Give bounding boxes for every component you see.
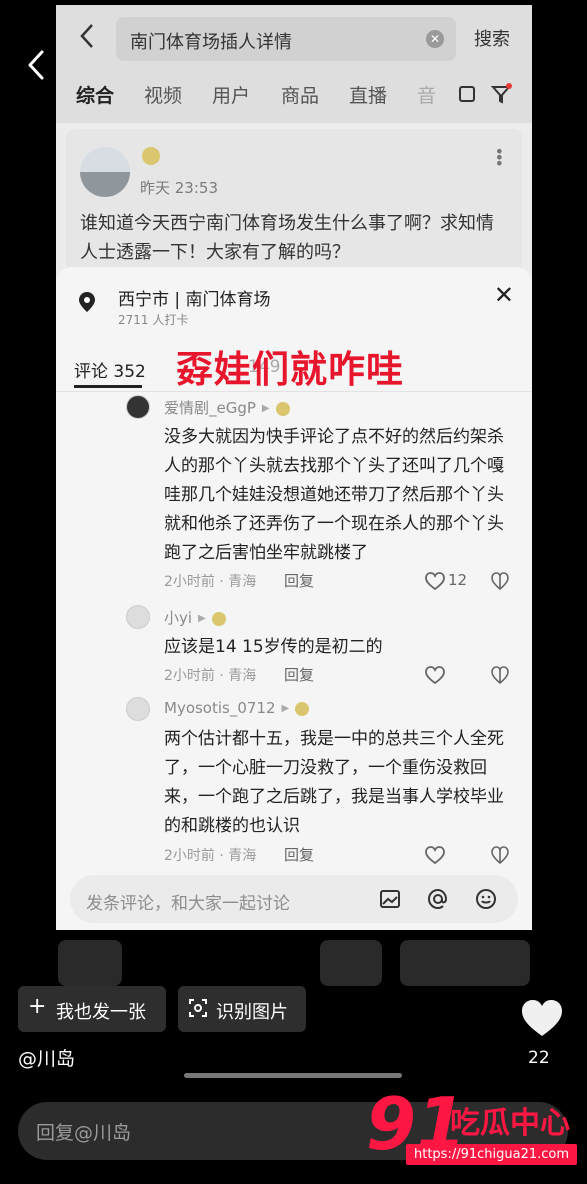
scan-icon xyxy=(188,998,208,1023)
clear-icon: ✕ xyxy=(426,30,444,48)
tab-users: 用户 xyxy=(212,85,251,107)
reply-button: 回复 xyxy=(284,666,315,684)
divider xyxy=(56,391,532,392)
close-icon: ✕ xyxy=(493,281,514,309)
filter-icon xyxy=(490,83,512,105)
comment-user: Myosotis_0712 ▶ xyxy=(164,699,310,717)
location-pin-icon xyxy=(74,289,100,315)
post-one-button[interactable]: + 我也发一张 xyxy=(18,986,166,1032)
tab-music: 音 xyxy=(417,85,437,107)
comment-text: 应该是14 15岁传的是初二的 xyxy=(164,637,383,657)
at-icon xyxy=(426,887,450,911)
reply-button: 回复 xyxy=(284,572,315,590)
avatar xyxy=(126,697,150,721)
checkin-count: 2711 人打卡 xyxy=(118,313,189,327)
dislike-icon xyxy=(490,845,510,865)
heart-icon xyxy=(424,845,446,865)
comment-input-placeholder: 发条评论，和大家一起讨论 xyxy=(86,894,290,914)
comment-item: Myosotis_0712 ▶ 两个估计都十五，我是一中的总共三个人全死了，一个心… xyxy=(126,697,516,867)
blurred-control xyxy=(58,940,122,986)
tab-goods: 商品 xyxy=(281,85,320,107)
image-icon xyxy=(378,887,402,911)
post-time: 昨天 23:53 xyxy=(140,179,218,197)
comment-text: 两个估计都十五，我是一中的总共三个人全死了，一个心脏一刀没救了，一个重伤没救回来… xyxy=(164,729,504,836)
badge-icon xyxy=(295,701,310,716)
more-icon: • • • xyxy=(494,142,504,173)
blurred-control xyxy=(400,940,530,986)
recognize-image-button[interactable]: 识别图片 xyxy=(178,986,306,1032)
tab-all: 综合 xyxy=(76,85,115,107)
dislike-icon xyxy=(490,571,510,591)
location-title: 西宁市 | 南门体育场 xyxy=(118,290,271,310)
avatar xyxy=(126,605,150,629)
comment-sheet: 西宁市 | 南门体育场 2711 人打卡 ✕ 评论 352 149 孬娃们就咋哇… xyxy=(56,267,532,930)
comment-meta: 2小时前 · 青海 xyxy=(164,574,257,590)
overlay-caption: 孬娃们就咋哇 xyxy=(176,348,404,391)
embedded-screenshot: 南门体育场插人详情 ✕ 搜索 综合 视频 用户 商品 直播 音 昨天 23:53… xyxy=(56,5,532,930)
screen: 南门体育场插人详情 ✕ 搜索 综合 视频 用户 商品 直播 音 昨天 23:53… xyxy=(0,0,587,1184)
like-heart-icon[interactable] xyxy=(520,998,564,1038)
search-input: 南门体育场插人详情 ✕ xyxy=(116,17,456,61)
search-header: 南门体育场插人详情 ✕ 搜索 xyxy=(56,5,532,69)
tab-live: 直播 xyxy=(349,85,388,107)
heart-icon xyxy=(424,665,446,685)
plus-icon: + xyxy=(28,994,47,1019)
reply-button: 回复 xyxy=(284,846,315,864)
layout-icon xyxy=(456,83,478,105)
badge-icon xyxy=(275,401,290,416)
comment-user: 爱情剧_eGgP ▶ xyxy=(164,397,290,418)
author-name[interactable]: @川岛 xyxy=(18,1044,75,1071)
comment-text: 没多大就因为快手评论了点不好的然后约架杀人的那个丫头就去找那个丫头了还叫了几个嘎… xyxy=(164,427,504,563)
result-tabs: 综合 视频 用户 商品 直播 音 xyxy=(56,69,532,123)
heart-icon xyxy=(424,571,446,591)
back-icon[interactable] xyxy=(22,48,52,82)
avatar xyxy=(80,147,130,197)
comment-input: 发条评论，和大家一起讨论 xyxy=(70,875,518,923)
search-button: 搜索 xyxy=(474,29,510,50)
like-count: 12 xyxy=(448,571,468,589)
search-query: 南门体育场插人详情 xyxy=(130,32,292,53)
post-card: 昨天 23:53 • • • 谁知道今天西宁南门体育场发生什么事了啊？求知情人士透露… xyxy=(66,129,522,289)
comment-item: 爱情剧_eGgP ▶ 没多大就因为快手评论了点不好的然后约架杀人的那个丫头就去找那… xyxy=(126,395,516,595)
badge-icon xyxy=(142,147,160,165)
watermark-logo: 91 吃瓜中心 https://91chigua21.com xyxy=(366,1088,578,1174)
like-count: 22 xyxy=(528,1048,550,1068)
search-back-icon xyxy=(76,21,98,51)
post-text: 谁知道今天西宁南门体育场发生什么事了啊？求知情人士透露一下！大家有了解的吗？ xyxy=(80,213,494,263)
comment-user: 小yi ▶ xyxy=(164,607,226,628)
reply-placeholder: 回复@川岛 xyxy=(36,1122,132,1144)
dislike-icon xyxy=(490,665,510,685)
avatar xyxy=(126,395,150,419)
tab-video: 视频 xyxy=(144,85,183,107)
progress-indicator xyxy=(184,1073,402,1078)
badge-icon xyxy=(211,611,226,626)
tab-underline xyxy=(74,385,142,388)
comment-item: 小yi ▶ 应该是14 15岁传的是初二的 2小时前 · 青海 回复 xyxy=(126,605,516,695)
emoji-icon xyxy=(474,887,498,911)
comment-meta: 2小时前 · 青海 xyxy=(164,668,257,684)
tab-comments: 评论 352 xyxy=(74,362,146,382)
blurred-control xyxy=(320,940,382,986)
comment-meta: 2小时前 · 青海 xyxy=(164,848,257,864)
